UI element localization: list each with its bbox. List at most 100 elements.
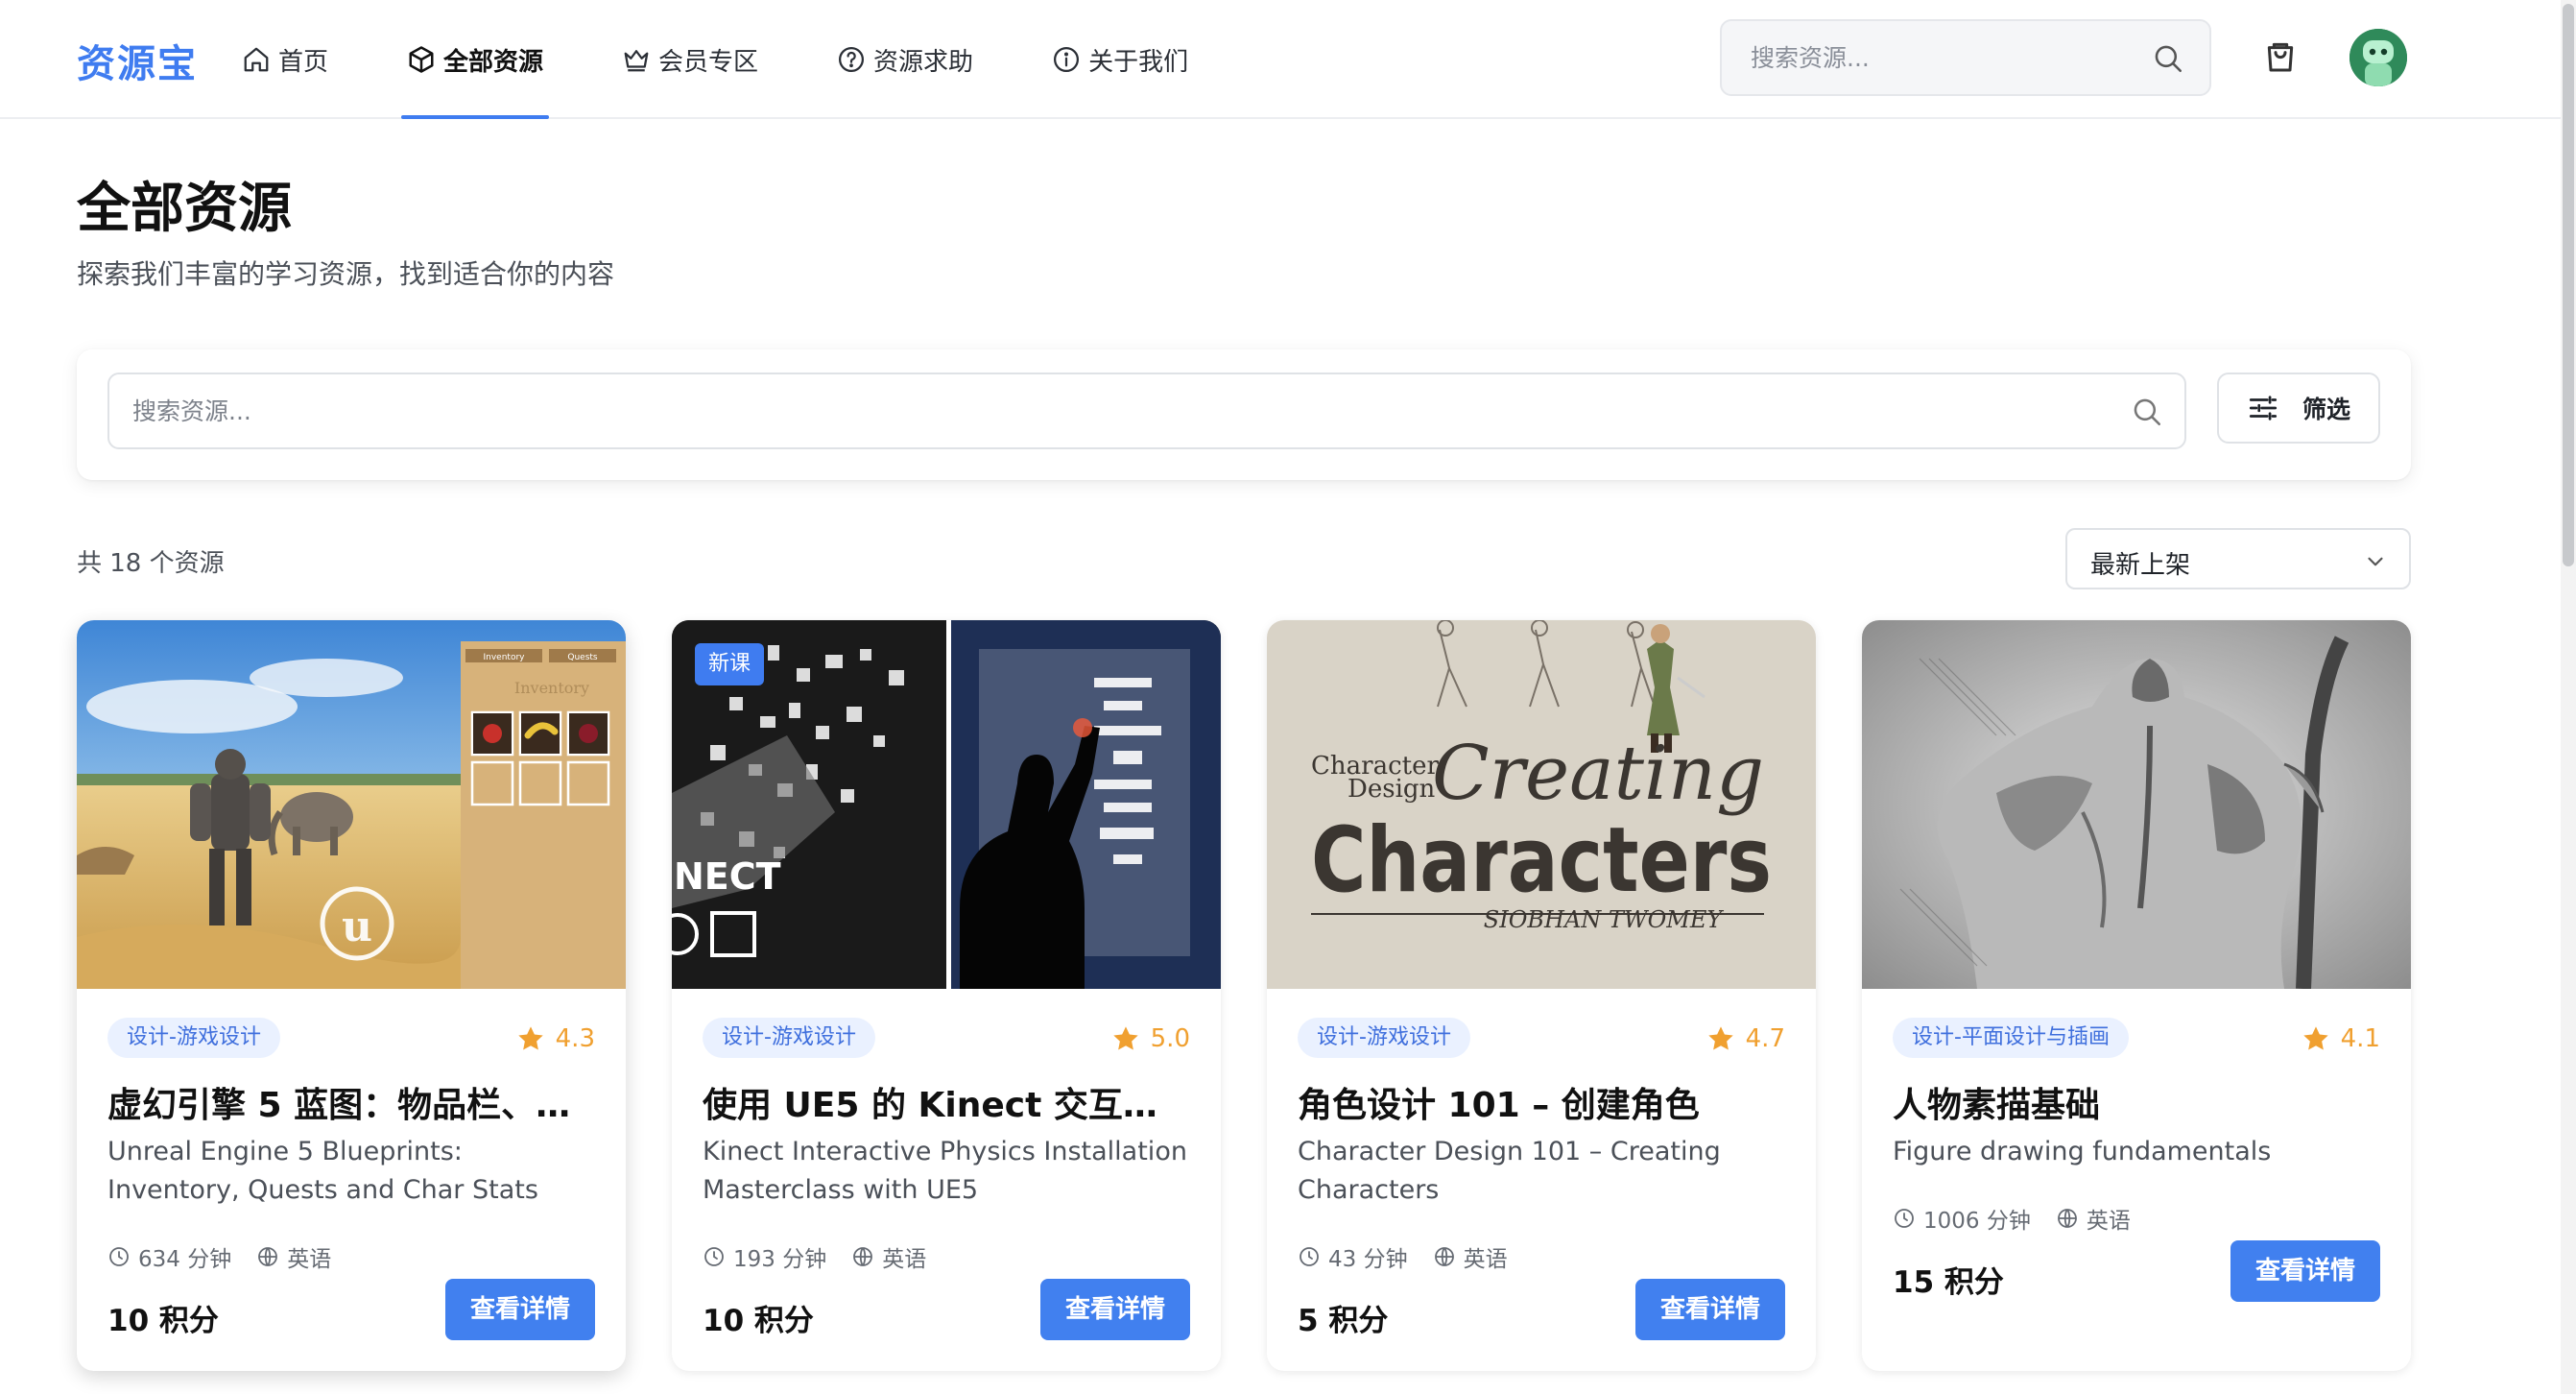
nav-item-membership[interactable]: 会员专区: [610, 0, 770, 119]
price: 5 积分: [1298, 1304, 1389, 1338]
price: 10 积分: [107, 1304, 219, 1338]
duration: 634 分钟: [138, 1247, 232, 1272]
language: 英语: [1463, 1247, 1508, 1272]
duration: 43 分钟: [1328, 1247, 1408, 1272]
rating-value: 4.3: [555, 1024, 595, 1053]
search-icon[interactable]: [2131, 396, 2163, 428]
view-details-button[interactable]: 查看详情: [2230, 1240, 2380, 1302]
inventory-heading-text: Inventory: [514, 679, 589, 697]
star-icon: [2302, 1026, 2328, 1050]
robot-avatar-icon: [2349, 29, 2407, 86]
filter-button[interactable]: 筛选: [2217, 373, 2380, 444]
chevron-down-icon: [2368, 557, 2383, 566]
card-title[interactable]: 使用 UE5 的 Kinect 交互式物...: [703, 1077, 1190, 1127]
rating-value: 4.7: [1745, 1024, 1785, 1053]
card-title[interactable]: 人物素描基础: [1893, 1077, 2380, 1127]
nav-label: 全部资源: [443, 47, 544, 77]
globe-icon: [853, 1247, 873, 1266]
nav-item-help[interactable]: 资源求助: [825, 0, 985, 119]
characters-image-text: Characters: [1311, 808, 1772, 913]
clock-icon: [704, 1247, 724, 1266]
search-icon[interactable]: [2152, 42, 2184, 75]
sort-selected-value: 最新上架: [2090, 551, 2191, 580]
view-details-button[interactable]: 查看详情: [445, 1279, 595, 1340]
ue5-game-thumbnail: u Inventory Quests Inventory: [77, 620, 626, 989]
card-subtitle: Character Design 101 – Creating Characte…: [1298, 1137, 1721, 1205]
course-thumbnail[interactable]: NECT 新课: [672, 620, 1221, 989]
main-nav: 首页 全部资源 会员专区 资源求助 关于我们: [230, 0, 1255, 119]
site-logo[interactable]: 资源宝: [77, 33, 198, 88]
resource-search-input[interactable]: [132, 374, 2090, 447]
duration: 1006 分钟: [1923, 1209, 2031, 1234]
crown-icon: [624, 50, 649, 72]
view-details-button[interactable]: 查看详情: [1040, 1279, 1190, 1340]
globe-icon: [1434, 1247, 1454, 1266]
shopping-bag-icon[interactable]: [2261, 36, 2300, 75]
star-icon: [1707, 1026, 1733, 1050]
card-title[interactable]: 虚幻引擎 5 蓝图：物品栏、任...: [107, 1077, 595, 1127]
card-meta: 43 分钟 英语: [1298, 1240, 1508, 1273]
search-panel: 筛选: [77, 349, 2411, 480]
category-tag[interactable]: 设计-游戏设计: [703, 1018, 875, 1058]
creating-image-text: Creating: [1432, 731, 1764, 817]
nav-label: 会员专区: [658, 47, 759, 77]
page-subtitle: 探索我们丰富的学习资源，找到适合你的内容: [77, 258, 615, 290]
clock-icon: [1895, 1209, 1914, 1228]
language: 英语: [287, 1247, 332, 1272]
header-search-box: [1720, 19, 2211, 96]
course-thumbnail[interactable]: Character Design Creating Characters SIO…: [1267, 620, 1816, 989]
scrollbar-thumb[interactable]: [2563, 4, 2574, 566]
top-header: 资源宝 首页 全部资源 会员专区 资源求助 关于我们: [0, 0, 2564, 119]
card-meta: 193 分钟 英语: [703, 1240, 926, 1273]
sliders-icon: [2249, 396, 2278, 421]
new-course-badge: 新课: [695, 643, 765, 685]
duration: 193 分钟: [733, 1247, 827, 1272]
user-avatar[interactable]: [2349, 29, 2407, 86]
card-title[interactable]: 角色设计 101 – 创建角色: [1298, 1077, 1785, 1127]
card-meta: 1006 分钟 英语: [1893, 1202, 2131, 1235]
kinect-image-text: NECT: [674, 855, 781, 898]
help-circle-icon: [839, 47, 865, 72]
nav-item-home[interactable]: 首页: [230, 0, 340, 119]
nav-label: 关于我们: [1088, 47, 1189, 77]
globe-icon: [258, 1247, 278, 1266]
svg-text:u: u: [342, 902, 372, 951]
category-tag[interactable]: 设计-游戏设计: [107, 1018, 280, 1058]
rating-value: 5.0: [1150, 1024, 1190, 1053]
inventory-tab-text: Inventory: [484, 653, 526, 662]
info-icon: [1054, 47, 1080, 72]
price: 15 积分: [1893, 1265, 2004, 1300]
resource-card[interactable]: 设计-平面设计与插画 4.1 人物素描基础 Figure drawing fun…: [1862, 620, 2411, 1371]
rating: 4.1: [2301, 1021, 2380, 1056]
category-tag[interactable]: 设计-平面设计与插画: [1893, 1018, 2129, 1058]
course-thumbnail[interactable]: [1862, 620, 2411, 989]
card-subtitle: Unreal Engine 5 Blueprints: Inventory, Q…: [107, 1137, 538, 1205]
resource-card[interactable]: NECT 新课 设计-游戏设计 5.0 使用 UE5 的 Kinect 交互式物…: [672, 620, 1221, 1371]
rating-value: 4.1: [2340, 1024, 2380, 1053]
star-icon: [1112, 1026, 1138, 1050]
rating: 4.3: [515, 1021, 595, 1056]
header-search-input[interactable]: [1751, 21, 2135, 94]
language: 英语: [882, 1247, 927, 1272]
design-image-text: Design: [1348, 775, 1436, 804]
resource-card[interactable]: u Inventory Quests Inventory 设计-游戏设计 4.3…: [77, 620, 626, 1371]
nav-item-about[interactable]: 关于我们: [1040, 0, 1200, 119]
category-tag[interactable]: 设计-游戏设计: [1298, 1018, 1470, 1058]
view-details-button[interactable]: 查看详情: [1635, 1279, 1785, 1340]
resource-search-box: [107, 373, 2186, 449]
globe-icon: [2057, 1209, 2077, 1228]
result-count: 共 18 个资源: [77, 549, 225, 578]
resource-card[interactable]: Character Design Creating Characters SIO…: [1267, 620, 1816, 1371]
quests-tab-text: Quests: [567, 653, 598, 662]
card-subtitle: Figure drawing fundamentals: [1893, 1137, 2272, 1166]
card-subtitle: Kinect Interactive Physics Installation …: [703, 1137, 1187, 1205]
nav-item-all-resources[interactable]: 全部资源: [395, 0, 555, 119]
author-image-text: SIOBHAN TWOMEY: [1484, 906, 1725, 933]
course-thumbnail[interactable]: u Inventory Quests Inventory: [77, 620, 626, 989]
figure-drawing-thumbnail: [1862, 620, 2411, 989]
card-meta: 634 分钟 英语: [107, 1240, 331, 1273]
star-icon: [517, 1026, 543, 1050]
sort-select[interactable]: 最新上架: [2065, 528, 2411, 589]
clock-icon: [109, 1247, 129, 1266]
nav-label: 资源求助: [873, 47, 974, 77]
